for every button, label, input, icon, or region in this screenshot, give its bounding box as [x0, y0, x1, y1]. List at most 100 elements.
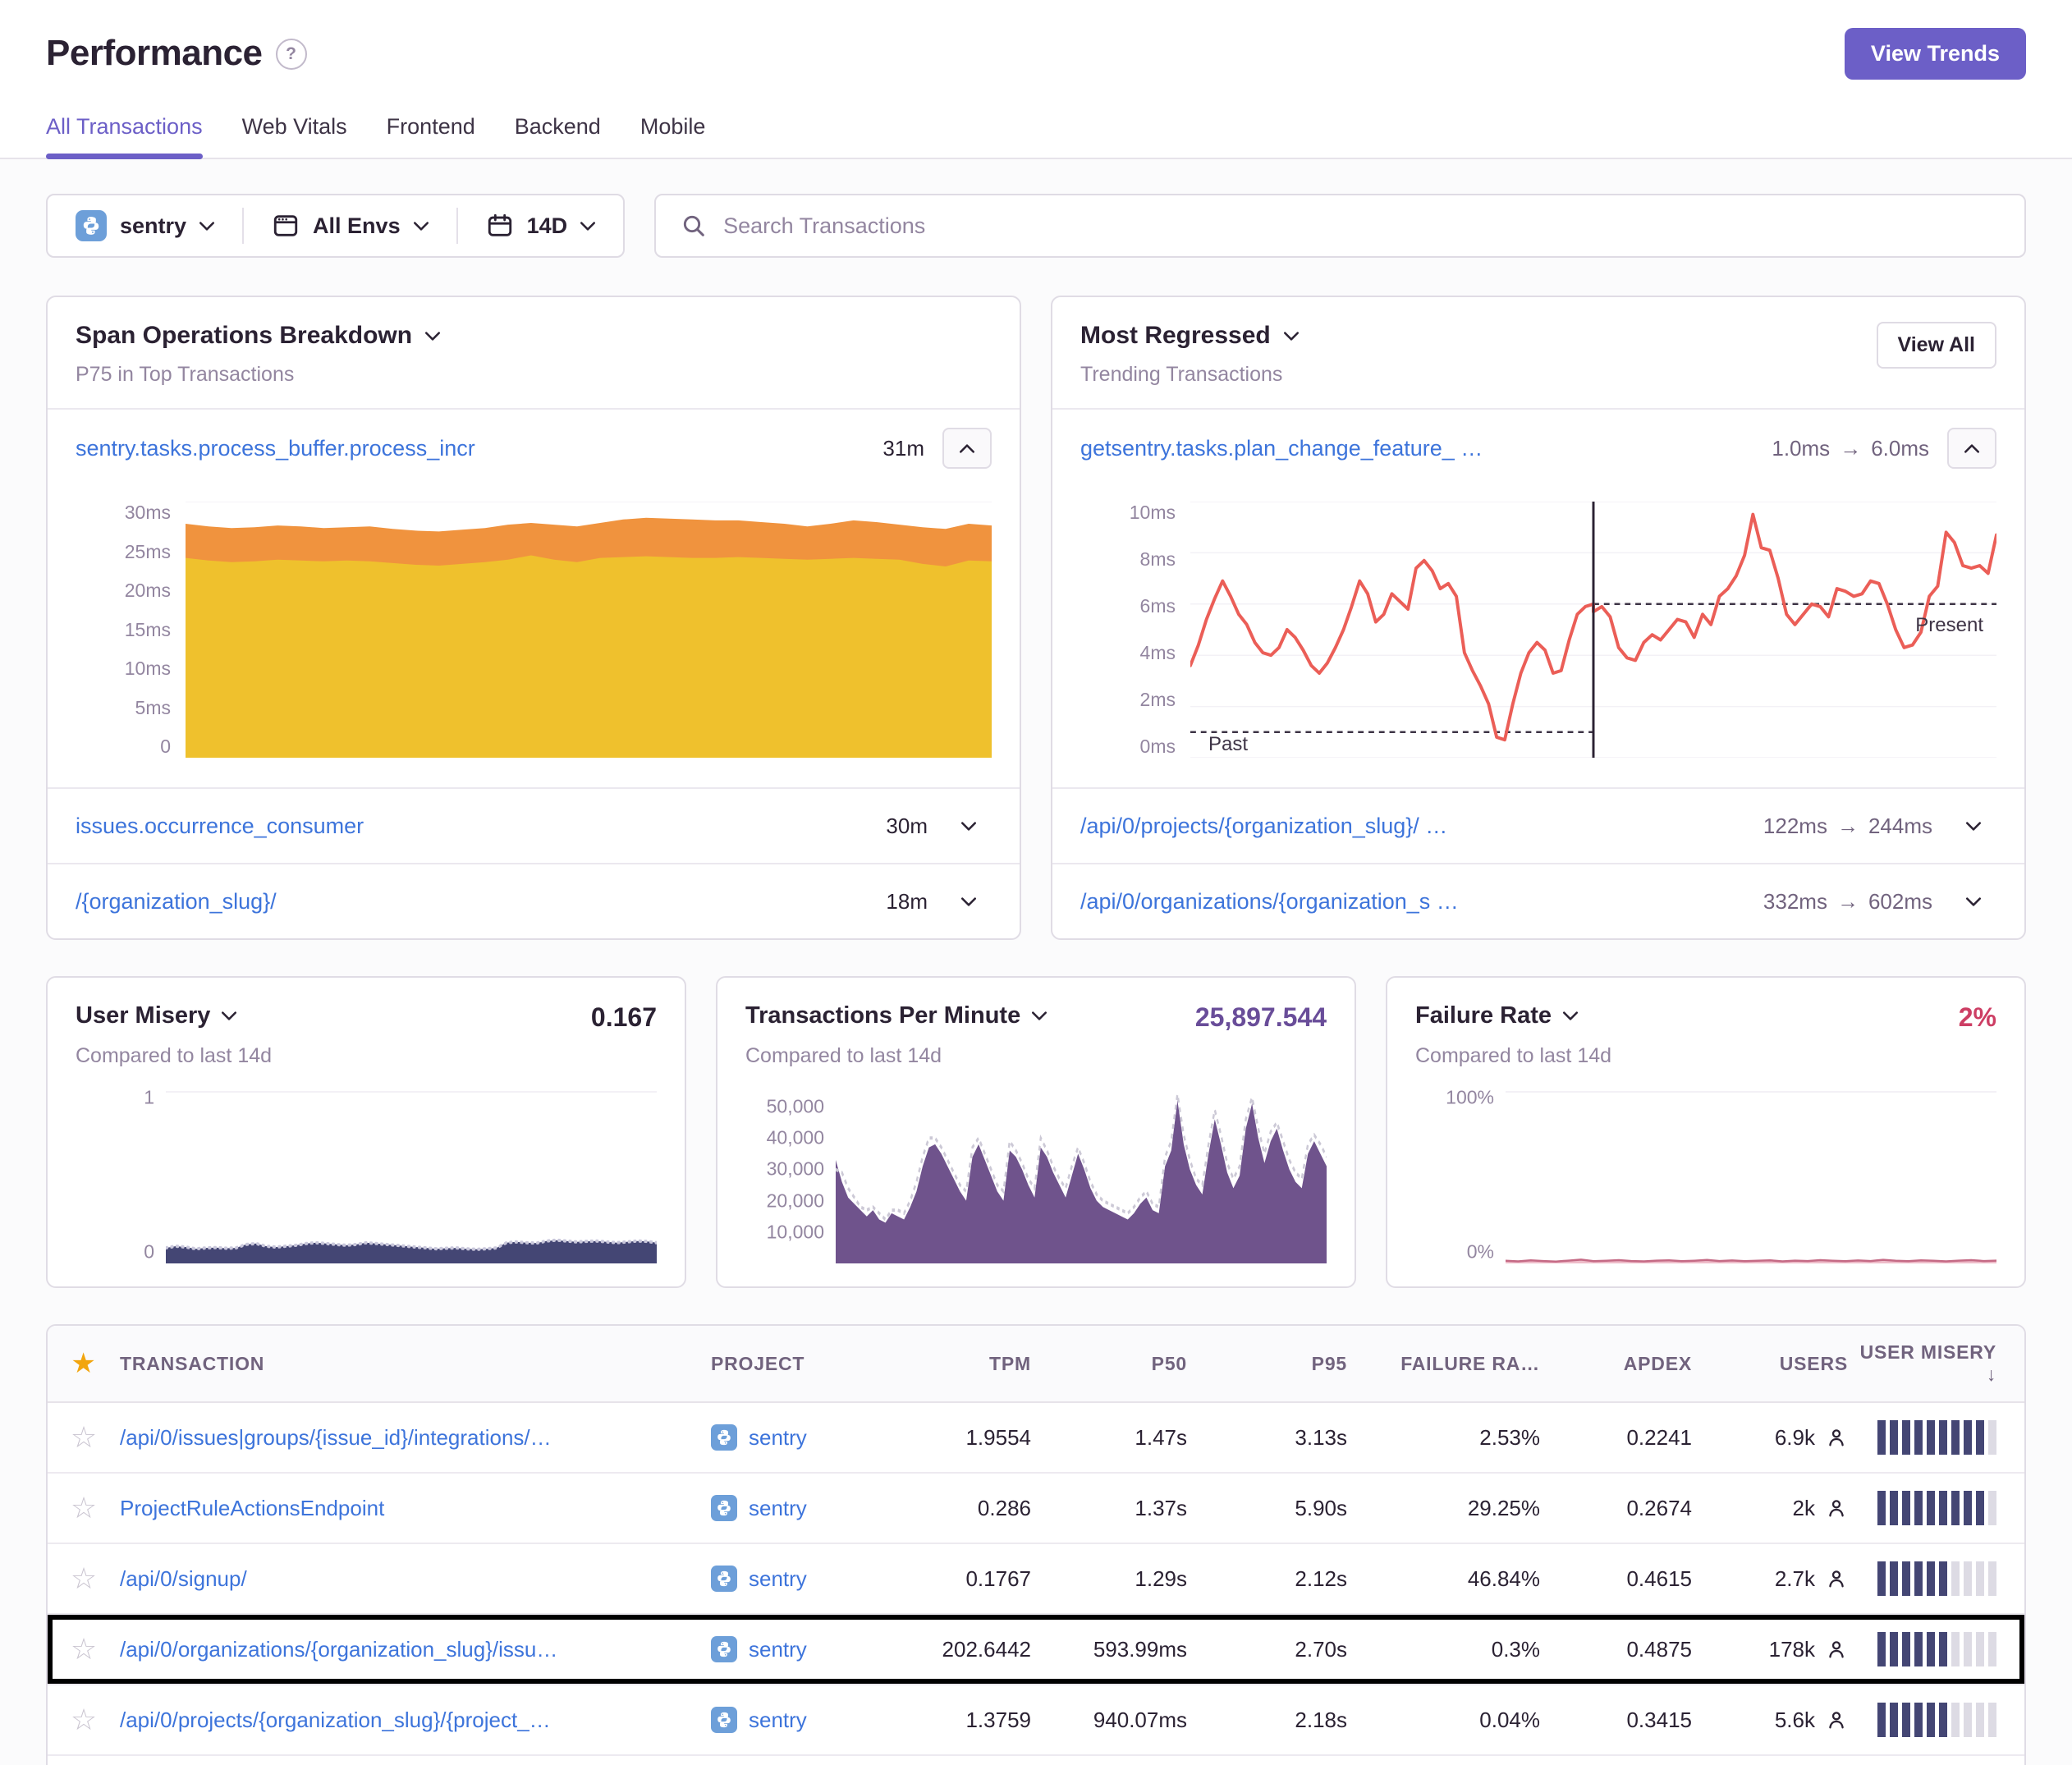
arrow-right-icon: → [1837, 814, 1859, 839]
transaction-link[interactable]: /api/0/projects/{organization_slug}/{pro… [120, 1708, 551, 1732]
view-all-button[interactable]: View All [1877, 322, 1996, 369]
apdex-cell: 0.2674 [1540, 1496, 1692, 1521]
regressed-row: /api/0/projects/{organization_slug}/ … 12… [1052, 789, 2024, 863]
user-misery-subtitle: Compared to last 14d [76, 1044, 657, 1068]
python-project-icon [711, 1495, 737, 1521]
python-project-icon [711, 1424, 737, 1451]
table-row: ☆ProjectRuleActionsEndpointsentry0.2861.… [48, 1474, 2024, 1544]
search-icon [681, 213, 707, 239]
user-misery-bars [1848, 1491, 2024, 1525]
column-header-apdex[interactable]: APDEX [1540, 1353, 1692, 1375]
user-misery-dropdown[interactable]: User Misery [76, 1002, 236, 1029]
column-header-tpm[interactable]: TPM [887, 1353, 1031, 1375]
transaction-link[interactable]: /api/0/signup/ [120, 1566, 247, 1591]
project-link[interactable]: sentry [749, 1708, 807, 1733]
star-toggle[interactable]: ☆ [71, 1564, 97, 1593]
column-header-failure-ra-[interactable]: FAILURE RA… [1347, 1353, 1540, 1375]
collapse-button[interactable] [942, 428, 992, 469]
column-header-p50[interactable]: P50 [1031, 1353, 1187, 1375]
star-toggle[interactable]: ☆ [71, 1634, 97, 1664]
chevron-down-icon [222, 1011, 236, 1020]
p95-cell: 3.13s [1187, 1425, 1347, 1451]
window-icon [272, 212, 300, 240]
user-misery-bars [1848, 1420, 2024, 1455]
date-range-filter[interactable]: 14D [458, 212, 624, 240]
span-ops-chart: 30ms25ms20ms15ms10ms5ms0 [48, 487, 1020, 787]
column-header-project[interactable]: PROJECT [711, 1353, 887, 1375]
expand-button[interactable] [1951, 897, 1996, 906]
span-op-link[interactable]: issues.occurrence_consumer [76, 814, 364, 839]
p95-cell: 5.90s [1187, 1496, 1347, 1521]
users-cell: 2k [1692, 1496, 1848, 1521]
star-toggle[interactable]: ☆ [71, 1493, 97, 1523]
star-column-icon[interactable]: ★ [71, 1347, 96, 1380]
p50-cell: 1.37s [1031, 1496, 1187, 1521]
tab-mobile[interactable]: Mobile [640, 114, 706, 158]
chevron-down-icon [961, 897, 976, 906]
search-transactions-input[interactable]: Search Transactions [654, 194, 2026, 258]
column-header-p95[interactable]: P95 [1187, 1353, 1347, 1375]
failure-rate-cell: 2.53% [1347, 1425, 1540, 1451]
failure-rate-cell: 0.04% [1347, 1708, 1540, 1733]
apdex-cell: 0.4875 [1540, 1637, 1692, 1662]
y-tick: 50,000 [767, 1096, 824, 1118]
y-tick: 100% [1446, 1087, 1494, 1109]
top-bar: Performance ? View Trends All Transactio… [0, 0, 2072, 159]
help-icon[interactable]: ? [276, 39, 307, 70]
tab-web-vitals[interactable]: Web Vitals [242, 114, 347, 158]
chevron-down-icon [1032, 1011, 1047, 1020]
expand-button[interactable] [946, 822, 992, 831]
tpm-value: 25,897.544 [1195, 1002, 1327, 1033]
environment-filter[interactable]: All Envs [244, 212, 456, 240]
table-row: ☆ /api/0/issues|groups/{issue_id}/integra… [48, 1403, 2024, 1474]
most-regressed-panel: Most Regressed Trending Transactions Vie… [1051, 296, 2026, 940]
span-ops-title-dropdown[interactable]: Span Operations Breakdown [76, 322, 992, 350]
regressed-transaction-link[interactable]: getsentry.tasks.plan_change_feature_ … [1080, 436, 1483, 461]
failure-rate-dropdown[interactable]: Failure Rate [1415, 1002, 1578, 1029]
expand-button[interactable] [946, 897, 992, 906]
tab-backend[interactable]: Backend [515, 114, 601, 158]
tab-frontend[interactable]: Frontend [387, 114, 475, 158]
tab-all-transactions[interactable]: All Transactions [46, 114, 203, 158]
expand-button[interactable] [1951, 822, 1996, 831]
transactions-table: ★ TRANSACTIONPROJECTTPMP50P95FAILURE RA…A… [46, 1324, 2026, 1765]
span-op-link[interactable]: sentry.tasks.process_buffer.process_incr [76, 436, 475, 461]
project-link[interactable]: sentry [749, 1425, 807, 1451]
project-link[interactable]: sentry [749, 1566, 807, 1592]
tpm-chart [836, 1091, 1327, 1263]
y-tick: 0% [1467, 1241, 1494, 1263]
project-link[interactable]: sentry [749, 1496, 807, 1521]
star-toggle[interactable]: ☆ [71, 1423, 97, 1452]
view-trends-button[interactable]: View Trends [1845, 28, 2026, 80]
span-op-link[interactable]: /{organization_slug}/ [76, 889, 277, 915]
star-toggle[interactable]: ☆ [71, 1705, 97, 1735]
regression-from: 122ms [1763, 814, 1827, 839]
environment-filter-label: All Envs [313, 213, 401, 239]
regressed-transaction-link[interactable]: /api/0/organizations/{organization_s … [1080, 889, 1459, 915]
project-filter-label: sentry [120, 213, 186, 239]
project-link[interactable]: sentry [749, 1637, 807, 1662]
collapse-button[interactable] [1947, 428, 1996, 469]
user-icon [1825, 1708, 1848, 1731]
regression-chart: 10ms8ms6ms4ms2ms0ms Past Present [1052, 487, 2024, 787]
transaction-link[interactable]: /api/0/issues|groups/{issue_id}/integrat… [120, 1425, 552, 1450]
transaction-link[interactable]: /api/0/organizations/{organization_slug}… [120, 1637, 557, 1662]
transaction-link[interactable]: ProjectRuleActionsEndpoint [120, 1496, 384, 1520]
column-header-users[interactable]: USERS [1692, 1353, 1848, 1375]
column-header-transaction[interactable]: TRANSACTION [120, 1353, 711, 1375]
past-label: Past [1208, 733, 1248, 756]
span-op-duration: 31m [882, 436, 924, 461]
user-misery-card: User Misery 0.167 Compared to last 14d 1… [46, 976, 686, 1288]
arrow-right-icon: → [1837, 889, 1859, 915]
python-project-icon [711, 1636, 737, 1662]
most-regressed-title: Most Regressed [1080, 322, 1271, 350]
project-filter[interactable]: sentry [48, 210, 242, 241]
span-op-row-expanded: sentry.tasks.process_buffer.process_incr… [48, 410, 1020, 487]
most-regressed-title-dropdown[interactable]: Most Regressed [1080, 322, 1877, 350]
failure-rate-card: Failure Rate 2% Compared to last 14d 100… [1386, 976, 2026, 1288]
regressed-transaction-link[interactable]: /api/0/projects/{organization_slug}/ … [1080, 814, 1447, 839]
column-header-user-misery[interactable]: USER MISERY ↓ [1848, 1341, 2024, 1386]
users-cell: 178k [1692, 1637, 1848, 1662]
user-icon [1825, 1497, 1848, 1520]
tpm-dropdown[interactable]: Transactions Per Minute [745, 1002, 1047, 1029]
